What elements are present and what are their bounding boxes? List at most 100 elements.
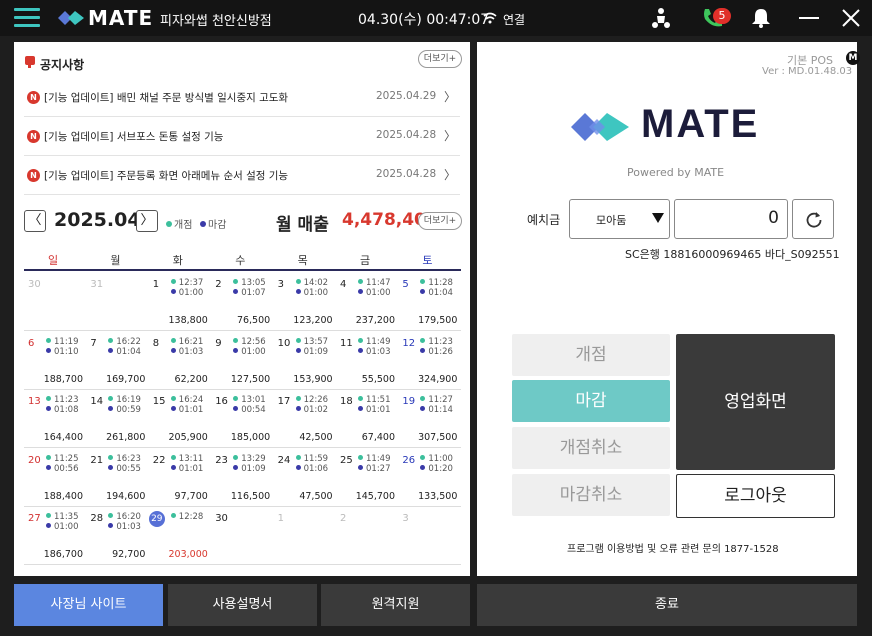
next-month-button[interactable]: 〉 xyxy=(136,210,158,232)
calendar-day[interactable]: 15 16:24 01:01 205,900 xyxy=(149,390,211,448)
calendar-day[interactable]: 11 11:49 01:03 55,500 xyxy=(336,332,398,390)
day-number: 1 xyxy=(152,279,160,290)
calendar-day[interactable]: 18 11:51 01:01 67,400 xyxy=(336,390,398,448)
daily-sales: 179,500 xyxy=(418,315,458,326)
calendar-day[interactable]: 1 12:37 01:00 138,800 xyxy=(149,273,211,331)
close-time: 01:03 xyxy=(358,347,391,357)
calendar-day[interactable]: 16 13:01 00:54 185,000 xyxy=(211,390,273,448)
close-time: 01:00 xyxy=(46,522,79,532)
calendar-day[interactable]: 23 13:29 01:09 116,500 xyxy=(211,449,273,507)
close-time: 01:03 xyxy=(171,347,204,357)
cancel-open-button[interactable]: 개점취소 xyxy=(512,427,670,469)
open-time: 11:51 xyxy=(358,395,391,405)
open-button[interactable]: 개점 xyxy=(512,334,670,376)
calendar-day[interactable]: 26 11:00 01:20 133,500 xyxy=(398,449,460,507)
calendar-day[interactable]: 28 16:20 01:03 92,700 xyxy=(86,507,148,565)
calendar-day[interactable]: 13 11:23 01:08 164,400 xyxy=(24,390,86,448)
day-number: 10 xyxy=(277,337,291,349)
calendar-day[interactable]: 8 16:21 01:03 62,200 xyxy=(149,332,211,390)
open-time: 16:20 xyxy=(108,512,141,522)
calendar-day[interactable]: 6 11:19 01:10 188,700 xyxy=(24,332,86,390)
deposit-label: 예치금 xyxy=(527,213,561,227)
bell-icon[interactable] xyxy=(748,6,774,30)
calendar-day[interactable]: 5 11:28 01:04 179,500 xyxy=(398,273,460,331)
deposit-amount-input[interactable]: 0 xyxy=(674,199,788,239)
open-time: 11:49 xyxy=(358,337,391,347)
daily-sales: 324,900 xyxy=(418,373,458,385)
day-number: 18 xyxy=(340,396,353,407)
daily-sales: 133,500 xyxy=(418,490,458,502)
close-time: 01:09 xyxy=(296,347,329,357)
weekday-label: 수 xyxy=(235,254,246,267)
calendar-day[interactable]: 20 11:25 00:56 188,400 xyxy=(24,449,86,507)
notice-item[interactable]: N [기능 업데이트] 주문등록 화면 아래메뉴 순서 설정 기능 2025.0… xyxy=(24,156,460,195)
close-time: 01:01 xyxy=(171,405,204,415)
close-time: 01:03 xyxy=(108,522,141,532)
prev-month-button[interactable]: 〈 xyxy=(24,210,46,232)
weekday-label: 금 xyxy=(360,254,371,267)
day-number: 13 xyxy=(28,396,41,407)
calendar-day[interactable]: 30 xyxy=(211,507,273,565)
legend-close: 마감 xyxy=(200,216,226,231)
calendar-day[interactable]: 9 12:56 01:00 127,500 xyxy=(211,332,273,390)
close-time: 01:01 xyxy=(358,405,391,415)
deposit-type-select[interactable]: 모아둠 xyxy=(569,199,670,239)
open-time: 14:02 xyxy=(296,278,329,288)
daily-sales: 55,500 xyxy=(361,373,395,385)
calendar-day[interactable]: 2 13:05 01:07 76,500 xyxy=(211,273,273,331)
calendar-day[interactable]: 10 13:57 01:09 153,900 xyxy=(274,332,336,390)
minimize-icon[interactable] xyxy=(796,6,822,30)
calendar-day[interactable]: 4 11:47 01:00 237,200 xyxy=(336,273,398,331)
close-time: 01:06 xyxy=(296,464,329,474)
calendar-day[interactable]: 7 16:22 01:04 169,700 xyxy=(86,332,148,390)
weekday-label: 월 xyxy=(110,254,121,267)
megaphone-icon xyxy=(25,56,35,68)
daily-sales: 67,400 xyxy=(361,432,395,443)
logout-button[interactable]: 로그아웃 xyxy=(676,474,835,518)
open-time: 16:21 xyxy=(171,337,204,347)
calendar-day[interactable]: 27 11:35 01:00 186,700 xyxy=(24,507,86,565)
brand-logo-text: MATE xyxy=(641,102,760,146)
close-button[interactable]: 마감 xyxy=(512,380,670,422)
close-icon[interactable] xyxy=(838,6,864,30)
calendar-day[interactable]: 3 14:02 01:00 123,200 xyxy=(274,273,336,331)
calendar-day[interactable]: 22 13:11 01:01 97,700 xyxy=(149,449,211,507)
delivery-rider-icon[interactable] xyxy=(648,6,674,30)
calendar-day[interactable]: 17 12:26 01:02 42,500 xyxy=(274,390,336,448)
open-time: 11:59 xyxy=(296,454,329,464)
exit-button[interactable]: 종료 xyxy=(477,584,857,626)
refresh-button[interactable] xyxy=(792,199,834,239)
daily-sales: 205,900 xyxy=(168,432,208,443)
calendar-day[interactable]: 14 16:19 00:59 261,800 xyxy=(86,390,148,448)
daily-sales: 203,000 xyxy=(168,549,208,560)
menu-icon[interactable] xyxy=(14,8,40,28)
cancel-close-button[interactable]: 마감취소 xyxy=(512,474,670,516)
m-badge: M xyxy=(846,51,860,65)
owner-site-button[interactable]: 사장님 사이트 xyxy=(14,584,163,626)
notice-more-button[interactable]: 더보기+ xyxy=(418,50,462,68)
calendar-day[interactable]: 12 11:23 01:26 324,900 xyxy=(398,332,460,390)
notice-item[interactable]: N [기능 업데이트] 서브포스 돈통 설정 기능 2025.04.28 〉 xyxy=(24,117,460,156)
day-number: 11 xyxy=(340,337,353,349)
notice-item[interactable]: N [기능 업데이트] 배민 채널 주문 방식별 일시중지 고도화 2025.0… xyxy=(24,78,460,117)
calendar-day[interactable]: 21 16:23 00:55 194,600 xyxy=(86,449,148,507)
open-time: 16:23 xyxy=(108,454,141,464)
close-time: 00:56 xyxy=(46,464,79,474)
day-number: 24 xyxy=(277,454,291,466)
calendar-day[interactable]: 25 11:49 01:27 145,700 xyxy=(336,449,398,507)
sales-more-button[interactable]: 더보기+ xyxy=(418,212,462,230)
remote-support-button[interactable]: 원격지원 xyxy=(321,584,470,626)
day-number: 3 xyxy=(402,513,409,524)
day-number: 29 xyxy=(148,511,165,527)
daily-sales: 185,000 xyxy=(230,432,271,443)
daily-sales: 127,500 xyxy=(230,373,271,385)
sales-screen-button[interactable]: 영업화면 xyxy=(676,334,835,470)
close-time: 01:04 xyxy=(420,288,453,298)
close-time: 01:26 xyxy=(420,347,453,357)
manual-button[interactable]: 사용설명서 xyxy=(168,584,317,626)
calendar-day[interactable]: 24 11:59 01:06 47,500 xyxy=(274,449,336,507)
weekday-label: 목 xyxy=(297,254,308,267)
calendar-day[interactable]: 29 12:28 203,000 xyxy=(148,507,211,565)
calendar-day[interactable]: 19 11:27 01:14 307,500 xyxy=(398,390,460,448)
close-time: 01:04 xyxy=(108,347,141,357)
